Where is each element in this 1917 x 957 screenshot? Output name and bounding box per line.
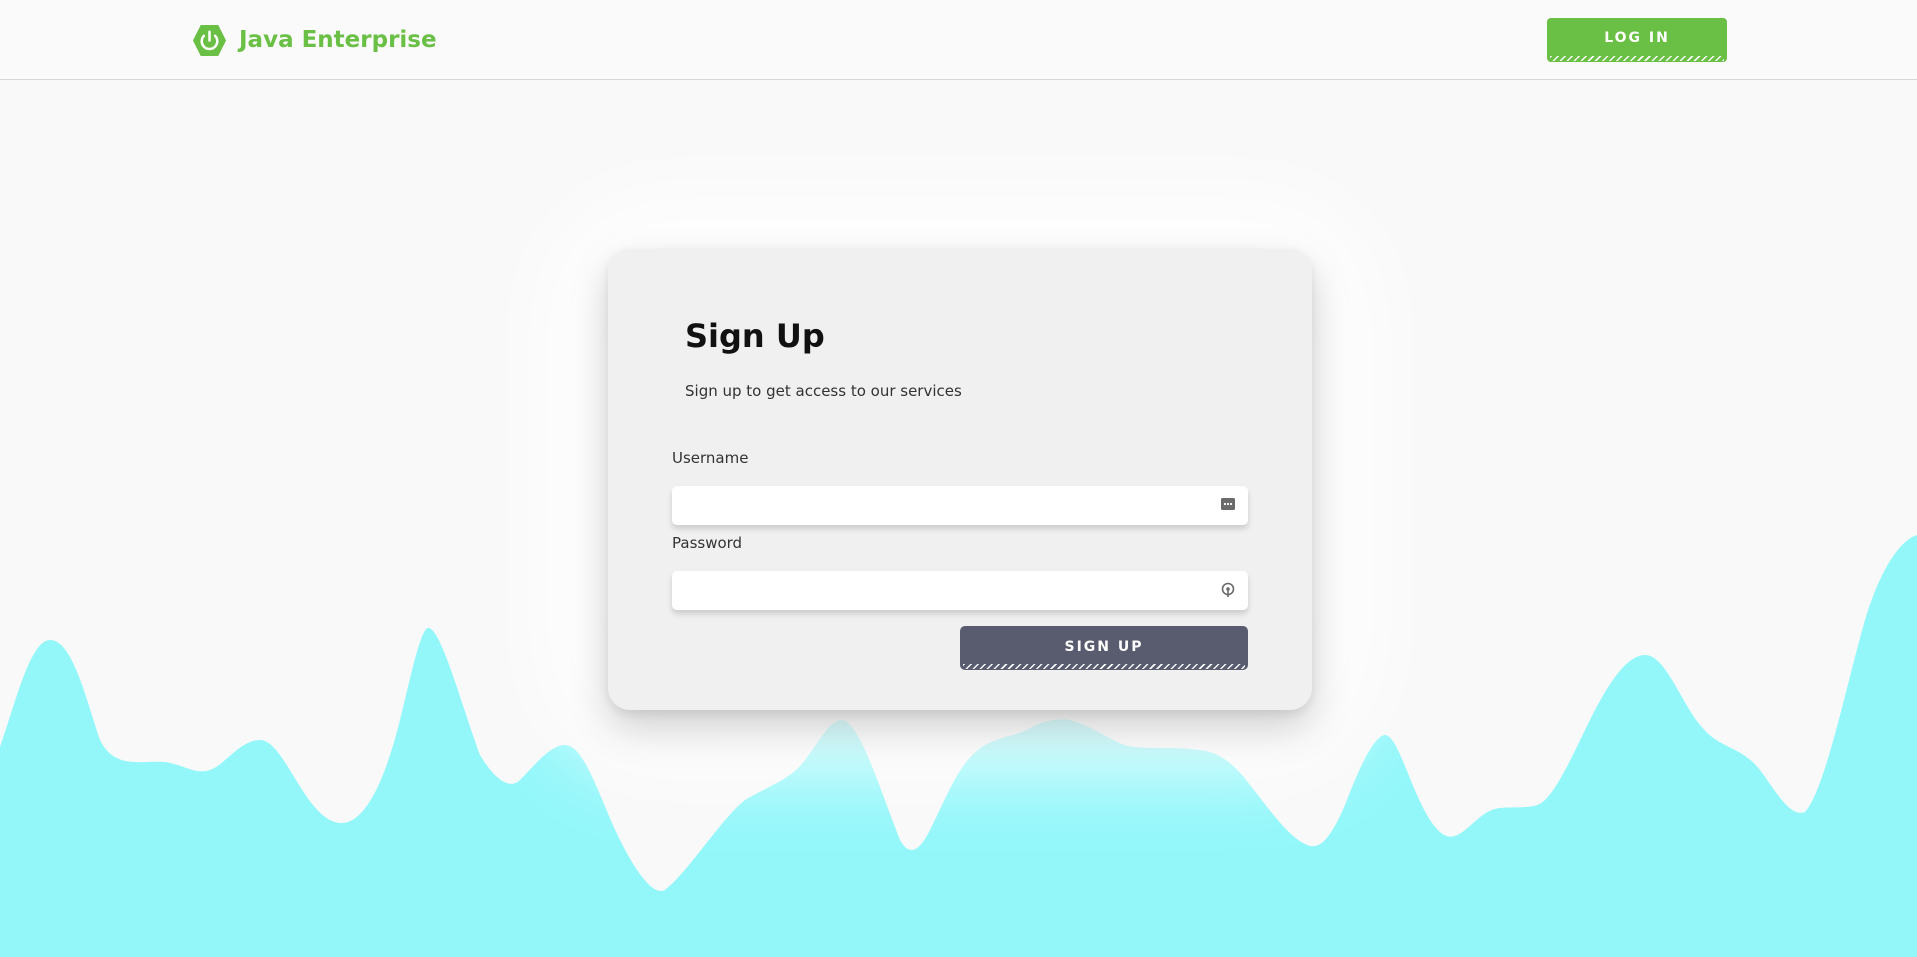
username-label: Username: [672, 449, 749, 467]
page-title: Sign Up: [685, 317, 825, 355]
more-dots-icon[interactable]: [1220, 496, 1236, 512]
password-field-wrapper: [672, 571, 1248, 610]
password-label: Password: [672, 534, 743, 552]
signup-button-label: SIGN UP: [1064, 639, 1144, 655]
signup-button[interactable]: SIGN UP: [960, 626, 1248, 670]
key-icon[interactable]: [1220, 582, 1236, 598]
signup-card: Sign Up Sign up to get access to our ser…: [608, 249, 1312, 710]
username-input[interactable]: [672, 486, 1214, 523]
button-hatch-decoration: [963, 664, 1245, 669]
username-field-wrapper: [672, 486, 1248, 525]
page-subtitle: Sign up to get access to our services: [685, 382, 962, 400]
password-input[interactable]: [672, 571, 1214, 608]
